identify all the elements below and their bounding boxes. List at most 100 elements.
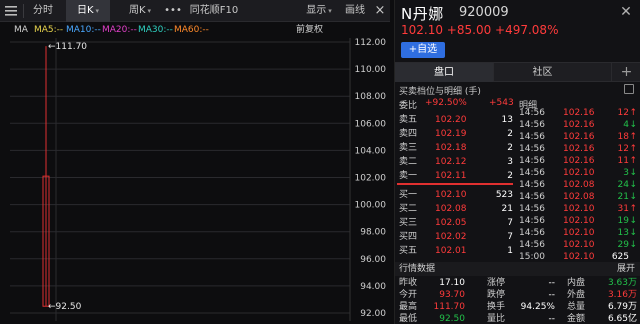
bid-ask-ratio: 委比 +92.50% +543 — [395, 98, 515, 112]
ask-level[interactable]: 卖二 102.12 3 — [395, 155, 517, 169]
ask-level-volume: 13 — [501, 115, 513, 125]
tab-daily-k[interactable]: 日K ▾ — [66, 0, 110, 22]
panel-tabs: 盘口 社区 + — [395, 62, 640, 82]
quote-data-title: 行情数据 — [399, 264, 436, 274]
bid-level-price: 102.10 — [435, 190, 467, 200]
y-tick-label: 108.00 — [355, 92, 387, 102]
bid-level-volume: 21 — [501, 204, 513, 214]
bid-level-volume: 1 — [507, 246, 513, 256]
metric-label: 最低 — [399, 314, 418, 324]
quote-data-header: 行情数据 展开 — [395, 262, 640, 276]
tab-orderbook[interactable]: 盘口 — [395, 63, 493, 82]
close-chart-icon[interactable]: × — [372, 0, 388, 22]
quote-data-row: 最高 111.70 换手 94.25% 总量 6.79万 — [395, 301, 640, 313]
ask-level-volume: 3 — [507, 157, 513, 167]
bid-level-price: 102.02 — [435, 232, 467, 242]
tab-intraday[interactable]: 分时 — [26, 0, 60, 22]
ask-level-price: 102.12 — [435, 157, 467, 167]
kline-chart[interactable]: 112.00 110.00 108.00 106.00 104.00 102.00 100.… — [0, 38, 390, 324]
quote-data-row: 今开 93.70 跌停 -- 外盘 3.16万 — [395, 289, 640, 301]
ratio-label: 委比 — [399, 101, 418, 111]
metric-label: 昨收 — [399, 278, 418, 288]
draw-line-button[interactable]: 画线 — [342, 0, 368, 22]
display-button-label: 显示 — [306, 5, 327, 16]
ask-level-label: 卖五 — [399, 115, 418, 125]
metric-label: 金额 — [567, 314, 586, 324]
quote-panel: N丹娜 920009 ✕ 102.10 +85.00 +497.08% +自选 … — [394, 0, 640, 324]
ma5-value: MA5:-- — [34, 25, 64, 35]
more-periods-button[interactable]: ••• — [162, 0, 184, 22]
orderbook-title: 买卖档位与明细 (手) — [399, 87, 481, 97]
metric-label: 换手 — [487, 302, 506, 312]
ask-level-label: 卖二 — [399, 157, 418, 167]
bid-level[interactable]: 买五 102.01 1 — [395, 244, 517, 258]
bid-level-volume: 7 — [507, 232, 513, 242]
bid-level-label: 买二 — [399, 204, 418, 214]
ask-level-label: 卖一 — [399, 171, 418, 181]
bid-level-label: 买五 — [399, 246, 418, 256]
ask-level[interactable]: 卖三 102.18 2 — [395, 141, 517, 155]
ask-level-label: 卖四 — [399, 129, 418, 139]
metric-label: 最高 — [399, 302, 418, 312]
ma30-value: MA30:-- — [138, 25, 173, 35]
y-tick-label: 92.00 — [360, 309, 386, 319]
metric-value: 6.79万 — [607, 302, 637, 312]
price-change-line: 102.10 +85.00 +497.08% — [401, 23, 559, 37]
y-tick-label: 106.00 — [355, 119, 387, 129]
bid-level-label: 买三 — [399, 218, 418, 228]
y-tick-label: 98.00 — [360, 228, 386, 238]
settings-icon[interactable] — [624, 84, 634, 94]
ask-level-volume: 2 — [507, 171, 513, 181]
bid-level-price: 102.05 — [435, 218, 467, 228]
ratio-value: +92.50% — [425, 98, 467, 108]
bid-level[interactable]: 买三 102.05 7 — [395, 216, 517, 230]
metric-value: 94.25% — [520, 302, 555, 312]
metric-value: -- — [548, 278, 556, 288]
bid-level[interactable]: 买四 102.02 7 — [395, 230, 517, 244]
close-icon[interactable]: ✕ — [618, 4, 634, 20]
ask-level[interactable]: 卖四 102.19 2 — [395, 127, 517, 141]
metric-label: 内盘 — [567, 278, 586, 288]
ask-level[interactable]: 卖五 102.20 13 — [395, 113, 517, 127]
display-button[interactable]: 显示 ▾ — [300, 0, 338, 22]
toolbar-divider — [23, 4, 24, 18]
add-tab-icon[interactable]: + — [611, 63, 640, 82]
metric-value: 93.70 — [439, 290, 465, 300]
ask-level[interactable]: 卖一 102.11 2 — [395, 169, 517, 183]
metric-label: 今开 — [399, 290, 418, 300]
bid-level[interactable]: 买二 102.08 21 — [395, 202, 517, 216]
quote-data-row: 最低 92.50 量比 -- 金额 6.65亿 — [395, 313, 640, 324]
y-tick-label: 96.00 — [360, 255, 386, 265]
list-icon[interactable] — [2, 0, 20, 22]
ask-level-price: 102.18 — [435, 143, 467, 153]
dropdown-triangle-icon: ▾ — [328, 7, 332, 15]
bid-level-price: 102.08 — [435, 204, 467, 214]
kline-panel: 分时 日K ▾ 周K ▾ ••• 同花顺F10 显示 ▾ 画线 × MA MA5:--… — [0, 0, 390, 324]
stock-code: 920009 — [459, 5, 509, 20]
quote-data-row: 昨收 17.10 涨停 -- 内盘 3.63万 — [395, 277, 640, 289]
metric-label: 跌停 — [487, 290, 506, 300]
y-tick-label: 102.00 — [355, 174, 387, 184]
ma20-value: MA20:-- — [102, 25, 137, 35]
ratio-diff: +543 — [489, 98, 514, 108]
ask-level-volume: 2 — [507, 129, 513, 139]
stock-name: N丹娜 — [401, 5, 444, 23]
metric-value: 111.70 — [433, 302, 466, 312]
bid-level-volume: 7 — [507, 218, 513, 228]
bid-level[interactable]: 买一 102.10 523 — [395, 188, 517, 202]
expand-button[interactable]: 展开 — [617, 262, 635, 276]
chart-toolbar: 分时 日K ▾ 周K ▾ ••• 同花顺F10 显示 ▾ 画线 × — [0, 0, 390, 22]
dropdown-triangle-icon: ▾ — [95, 7, 100, 15]
orderbook-divider — [397, 183, 513, 185]
tab-weekly-k[interactable]: 周K ▾ — [118, 0, 162, 22]
metric-value: 17.10 — [439, 278, 465, 288]
bid-level-label: 买一 — [399, 190, 418, 200]
tab-f10[interactable]: 同花顺F10 — [186, 0, 242, 22]
metric-value: 3.63万 — [607, 278, 637, 288]
bid-level-price: 102.01 — [435, 246, 467, 256]
y-tick-label: 94.00 — [360, 282, 386, 292]
add-watchlist-button[interactable]: +自选 — [401, 42, 445, 58]
bid-level-label: 买四 — [399, 232, 418, 242]
metric-value: 6.65亿 — [607, 314, 637, 324]
tab-community[interactable]: 社区 — [493, 63, 591, 82]
